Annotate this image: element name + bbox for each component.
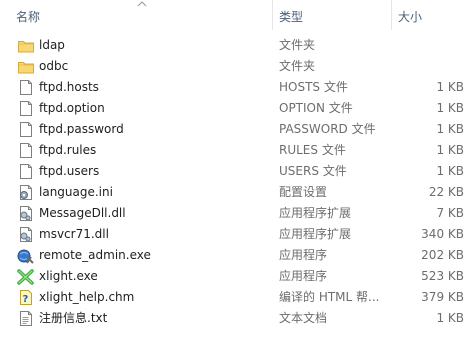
file-row[interactable]: remote_admin.exe 应用程序 202 KB	[0, 245, 472, 266]
file-size: 340 KB	[421, 227, 464, 241]
file-name: ftpd.users	[39, 164, 100, 178]
file-row[interactable]: ldap 文件夹	[0, 35, 472, 56]
file-name: language.ini	[39, 185, 113, 199]
file-row[interactable]: ftpd.users USERS 文件 1 KB	[0, 161, 472, 182]
text-file-icon	[20, 311, 32, 326]
dll-icon	[20, 206, 32, 221]
file-type: RULES 文件	[279, 143, 346, 157]
file-row[interactable]: 注册信息.txt 文本文档 1 KB	[0, 308, 472, 329]
column-header-name-label: 名称	[16, 10, 41, 24]
file-type: 应用程序扩展	[279, 227, 352, 241]
remote-admin-app-icon	[17, 249, 34, 264]
file-row[interactable]: msvcr71.dll 应用程序扩展 340 KB	[0, 224, 472, 245]
dll-icon	[20, 227, 32, 242]
file-size: 1 KB	[436, 101, 464, 115]
file-type: 应用程序	[279, 248, 328, 262]
file-name: xlight.exe	[39, 269, 98, 283]
file-list: ldap 文件夹 odbc 文件夹 ftpd.hosts HOSTS 文件 1 KB ftpd…	[0, 35, 472, 329]
file-name: ftpd.option	[39, 101, 105, 115]
file-icon	[20, 164, 32, 179]
file-type: 文件夹	[279, 38, 316, 52]
file-type: 文本文档	[279, 311, 328, 325]
file-type: 应用程序	[279, 269, 328, 283]
file-name: xlight_help.chm	[39, 290, 135, 304]
file-size: 1 KB	[436, 143, 464, 157]
folder-icon	[18, 62, 34, 74]
file-icon	[20, 122, 32, 137]
file-row[interactable]: ftpd.password PASSWORD 文件 1 KB	[0, 119, 472, 140]
file-type: 应用程序扩展	[279, 206, 352, 220]
file-type: 配置设置	[279, 185, 328, 199]
file-row[interactable]: ftpd.hosts HOSTS 文件 1 KB	[0, 77, 472, 98]
file-size: 22 KB	[428, 185, 464, 199]
file-name: msvcr71.dll	[39, 227, 109, 241]
file-size: 1 KB	[436, 80, 464, 94]
file-row[interactable]: MessageDll.dll 应用程序扩展 7 KB	[0, 203, 472, 224]
file-row[interactable]: odbc 文件夹	[0, 56, 472, 77]
settings-file-icon	[20, 185, 32, 200]
column-header-type[interactable]: 类型	[273, 0, 391, 30]
sort-ascending-icon	[137, 1, 147, 7]
file-row[interactable]: ftpd.option OPTION 文件 1 KB	[0, 98, 472, 119]
svg-text:?: ?	[23, 294, 29, 305]
file-type: HOSTS 文件	[279, 80, 348, 94]
file-name: ftpd.rules	[39, 143, 97, 157]
file-row[interactable]: ftpd.rules RULES 文件 1 KB	[0, 140, 472, 161]
column-header-type-label: 类型	[279, 10, 304, 24]
file-name: remote_admin.exe	[39, 248, 151, 262]
help-file-icon: ?	[20, 290, 32, 305]
file-size: 1 KB	[436, 122, 464, 136]
file-name: ftpd.password	[39, 122, 124, 136]
file-name: MessageDll.dll	[39, 206, 126, 220]
file-size: 379 KB	[421, 290, 464, 304]
file-size: 7 KB	[436, 206, 464, 220]
file-type: 文件夹	[279, 59, 316, 73]
file-row[interactable]: language.ini 配置设置 22 KB	[0, 182, 472, 203]
file-name: ldap	[39, 38, 65, 52]
file-size: 1 KB	[436, 311, 464, 325]
file-name: 注册信息.txt	[39, 311, 108, 325]
xlight-app-icon	[17, 269, 34, 285]
file-size: 1 KB	[436, 164, 464, 178]
column-header-size[interactable]: 大小	[392, 0, 472, 30]
file-icon	[20, 143, 32, 158]
file-row[interactable]: xlight.exe 应用程序 523 KB	[0, 266, 472, 287]
file-size: 523 KB	[421, 269, 464, 283]
file-row[interactable]: ? xlight_help.chm 编译的 HTML 帮... 379 KB	[0, 287, 472, 308]
column-header-bar: 名称 类型 大小	[0, 0, 472, 30]
file-name: odbc	[39, 59, 69, 73]
file-icon	[20, 80, 32, 95]
file-size: 202 KB	[421, 248, 464, 262]
file-icon	[20, 101, 32, 116]
file-type: PASSWORD 文件	[279, 122, 376, 136]
file-type: 编译的 HTML 帮...	[279, 290, 380, 304]
column-header-size-label: 大小	[398, 10, 423, 24]
folder-icon	[18, 41, 34, 53]
file-type: OPTION 文件	[279, 101, 353, 115]
file-type: USERS 文件	[279, 164, 347, 178]
file-name: ftpd.hosts	[39, 80, 99, 94]
